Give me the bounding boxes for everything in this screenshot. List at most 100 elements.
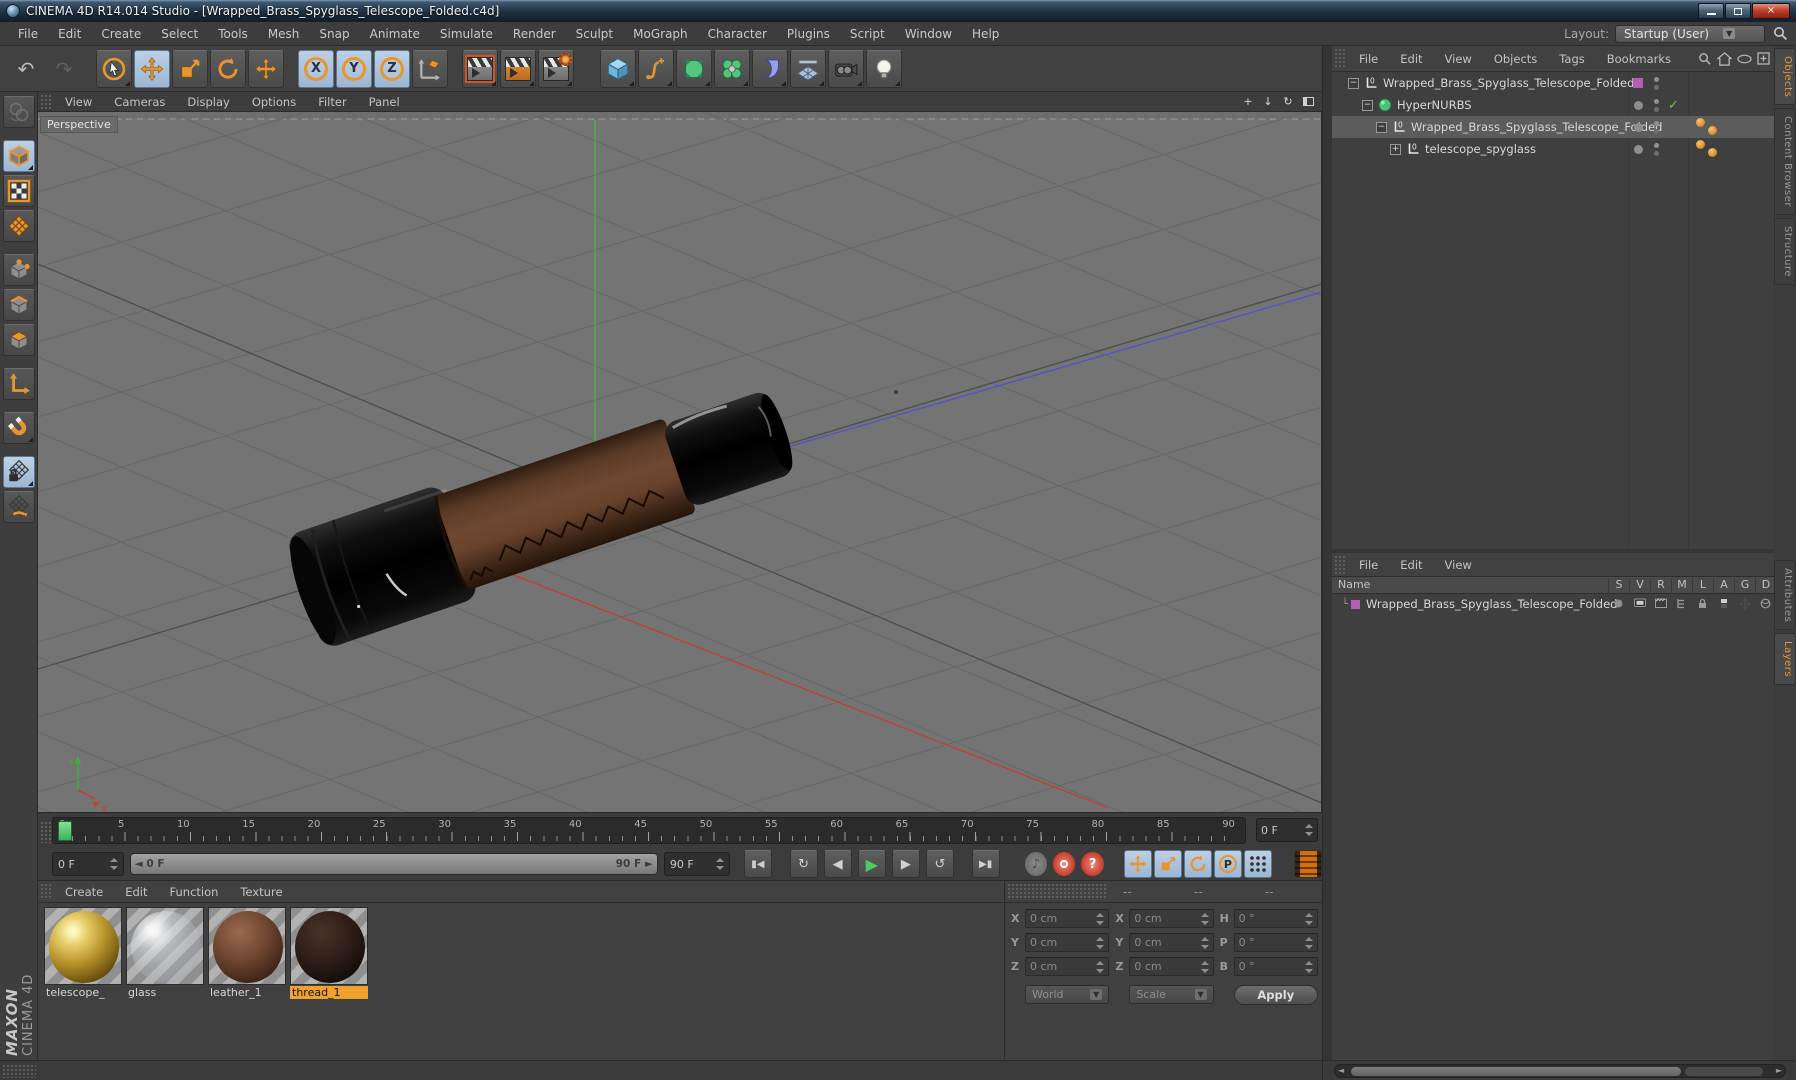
layer-row[interactable]: └ Wrapped_Brass_Spyglass_Telescope_Folde…: [1332, 594, 1774, 614]
panel-grip[interactable]: [40, 94, 52, 109]
object-name[interactable]: Wrapped_Brass_Spyglass_Telescope_Folded: [1411, 120, 1662, 134]
vp-menu-view[interactable]: View: [54, 95, 103, 109]
menu-sculpt[interactable]: Sculpt: [566, 27, 623, 41]
last-tool-button[interactable]: [248, 49, 284, 88]
coord-space-select[interactable]: World ▼: [1025, 985, 1110, 1004]
om-menu-bookmarks[interactable]: Bookmarks: [1596, 52, 1682, 66]
redo-button[interactable]: ↷: [46, 50, 82, 88]
menu-tools[interactable]: Tools: [208, 27, 258, 41]
object-name[interactable]: HyperNURBS: [1397, 98, 1472, 112]
add-cube-button[interactable]: [600, 49, 636, 88]
visibility-dots-icon[interactable]: [1654, 98, 1659, 112]
scale-tool-button[interactable]: [172, 49, 208, 88]
lock-y-axis-button[interactable]: Y: [336, 49, 372, 88]
keyframe-help-button[interactable]: ?: [1081, 852, 1104, 876]
material-thumbnail-glass[interactable]: [126, 907, 204, 985]
vp-menu-filter[interactable]: Filter: [307, 95, 357, 109]
lm-menu-edit[interactable]: Edit: [1389, 558, 1433, 572]
search-icon[interactable]: [1698, 52, 1712, 66]
add-camera-button[interactable]: [828, 49, 864, 88]
horizontal-scrollbar[interactable]: ◄ ►: [1334, 1064, 1786, 1078]
generators-toggle[interactable]: [1734, 598, 1755, 610]
visibility-dots-icon[interactable]: [1654, 76, 1659, 90]
material-glass[interactable]: glass: [126, 907, 206, 999]
vp-menu-cameras[interactable]: Cameras: [103, 95, 176, 109]
model-mode-button[interactable]: [2, 140, 35, 172]
timeline-frame-spinner[interactable]: 0 F: [1256, 818, 1318, 842]
timeline-cursor[interactable]: [58, 821, 72, 841]
object-name[interactable]: Wrapped_Brass_Spyglass_Telescope_Folded: [1383, 76, 1634, 90]
animation-toggle[interactable]: [1713, 598, 1734, 609]
panel-grip[interactable]: [40, 821, 52, 843]
lock-z-axis-button[interactable]: Z: [374, 49, 410, 88]
viewport-pan-icon[interactable]: +: [1240, 95, 1256, 109]
go-to-end-button[interactable]: ▶▮: [971, 850, 1000, 878]
mat-menu-create[interactable]: Create: [54, 885, 114, 899]
key-scale-button[interactable]: [1153, 850, 1182, 878]
texture-axis-mode-button[interactable]: [2, 210, 35, 242]
panel-grip[interactable]: [1334, 555, 1346, 574]
tree-row-root[interactable]: − 0 Wrapped_Brass_Spyglass_Telescope_Fol…: [1332, 72, 1774, 94]
home-icon[interactable]: [1717, 51, 1732, 66]
texture-mode-button[interactable]: [2, 175, 35, 207]
menu-select[interactable]: Select: [151, 27, 208, 41]
timeline-ruler[interactable]: 05 1015 2025 3035 4045 5055 6065 7075 80…: [52, 817, 1246, 844]
menu-simulate[interactable]: Simulate: [430, 27, 503, 41]
panel-grip[interactable]: [2, 1064, 36, 1078]
autokey-record-button[interactable]: [1053, 852, 1076, 876]
current-frame-spinner[interactable]: 0 F: [52, 852, 124, 876]
rot-h-field[interactable]: 0 °: [1233, 909, 1318, 928]
vp-menu-options[interactable]: Options: [241, 95, 307, 109]
play-button[interactable]: ▶: [857, 850, 886, 878]
menu-file[interactable]: File: [8, 27, 48, 41]
keyframe-selection-button[interactable]: [1243, 850, 1272, 878]
add-spline-button[interactable]: [638, 49, 674, 88]
menu-mesh[interactable]: Mesh: [258, 27, 310, 41]
add-deformer-button[interactable]: [752, 49, 788, 88]
om-menu-tags[interactable]: Tags: [1548, 52, 1595, 66]
lock-toggle[interactable]: [1692, 598, 1713, 609]
eye-icon[interactable]: [1737, 54, 1752, 64]
lm-menu-view[interactable]: View: [1434, 558, 1483, 572]
end-frame-spinner[interactable]: 90 F: [663, 852, 730, 876]
visibility-dots-icon[interactable]: [1654, 142, 1659, 156]
layer-color-chip[interactable]: [1632, 77, 1644, 89]
size-x-field[interactable]: 0 cm: [1129, 909, 1214, 928]
tree-row-telescope-spyglass[interactable]: + 0 telescope_spyglass: [1332, 138, 1774, 160]
points-mode-button[interactable]: [2, 254, 35, 286]
panel-splitter[interactable]: [1322, 46, 1332, 1060]
add-light-button[interactable]: [866, 49, 902, 88]
rot-b-field[interactable]: 0 °: [1233, 957, 1318, 976]
viewport-rotate-icon[interactable]: ↻: [1280, 95, 1296, 109]
rotate-tool-button[interactable]: [210, 49, 246, 88]
next-frame-button[interactable]: ▶: [891, 850, 920, 878]
panel-grip[interactable]: [40, 883, 52, 900]
preview-range-slider[interactable]: ◄ 0 F 90 F ►: [129, 853, 658, 875]
material-name[interactable]: glass: [126, 986, 204, 999]
scrollbar-thumb[interactable]: [1351, 1067, 1681, 1076]
expand-toggle-icon[interactable]: −: [1348, 77, 1359, 89]
tab-layers[interactable]: Layers: [1774, 633, 1796, 686]
size-z-field[interactable]: 0 cm: [1129, 957, 1214, 976]
loop-play-button[interactable]: ↻: [789, 850, 818, 878]
layer-name[interactable]: Wrapped_Brass_Spyglass_Telescope_Folded: [1366, 597, 1617, 611]
apply-button[interactable]: Apply: [1233, 985, 1318, 1005]
render-settings-button[interactable]: [538, 49, 574, 88]
previous-frame-button[interactable]: ◀: [823, 850, 852, 878]
maximize-button[interactable]: [1725, 3, 1751, 19]
vp-menu-panel[interactable]: Panel: [358, 95, 411, 109]
move-tool-button[interactable]: [134, 49, 170, 88]
enable-state-dot[interactable]: [1632, 121, 1644, 133]
live-selection-button[interactable]: [96, 49, 132, 88]
tab-structure[interactable]: Structure: [1774, 218, 1796, 286]
add-floor-button[interactable]: [790, 49, 826, 88]
material-telescope[interactable]: telescope_: [44, 907, 124, 999]
visibility-dots-icon[interactable]: [1654, 120, 1659, 134]
minimize-button[interactable]: [1698, 3, 1724, 19]
size-y-field[interactable]: 0 cm: [1129, 933, 1214, 952]
tree-row-selected-mesh[interactable]: − 0 Wrapped_Brass_Spyglass_Telescope_Fol…: [1332, 116, 1774, 138]
coord-mode-select[interactable]: Scale ▼: [1129, 985, 1214, 1004]
add-panel-icon[interactable]: [1757, 52, 1770, 65]
edges-mode-button[interactable]: [2, 289, 35, 321]
view-toggle[interactable]: [1629, 598, 1650, 609]
